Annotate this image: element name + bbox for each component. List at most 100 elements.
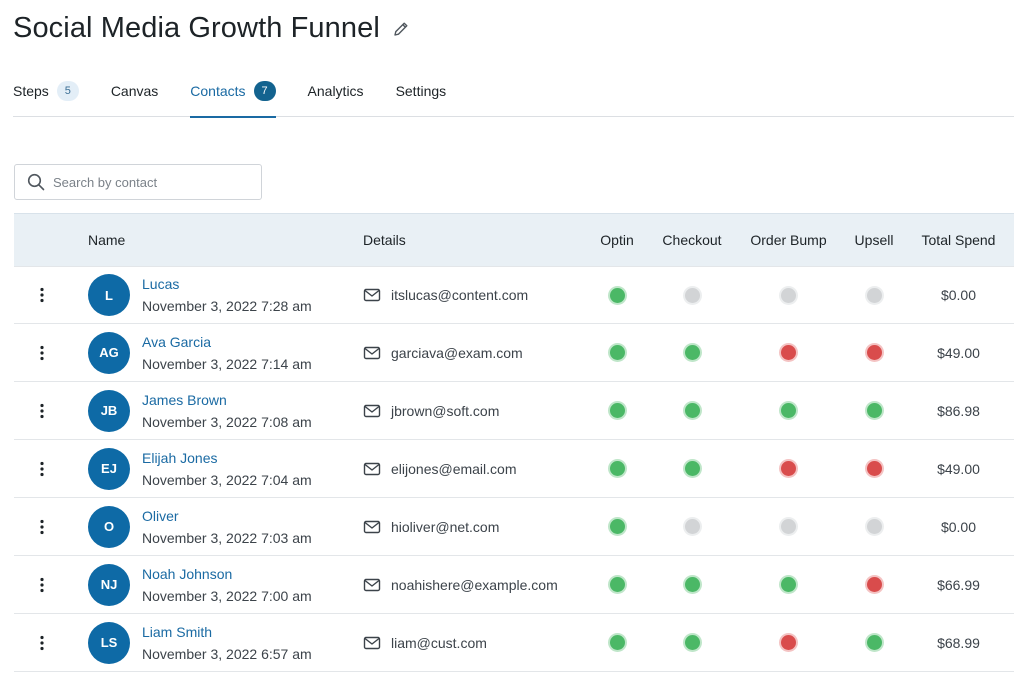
contact-info: Noah Johnson November 3, 2022 7:00 am xyxy=(142,565,312,605)
contact-cell: LS Liam Smith November 3, 2022 6:57 am xyxy=(88,621,363,664)
contact-name-link[interactable]: Liam Smith xyxy=(142,623,312,641)
avatar: LS xyxy=(88,621,130,664)
table-row: O Oliver November 3, 2022 7:03 am hioliv… xyxy=(14,498,1014,556)
contact-name-link[interactable]: Elijah Jones xyxy=(142,449,312,467)
checkout-status-dot xyxy=(684,403,700,418)
contact-name-link[interactable]: Oliver xyxy=(142,507,312,525)
contact-date: November 3, 2022 7:28 am xyxy=(142,298,312,314)
tab-analytics[interactable]: Analytics xyxy=(308,76,364,117)
upsell-status-cell xyxy=(845,635,903,650)
pencil-icon[interactable] xyxy=(392,20,410,38)
kebab-menu-icon[interactable] xyxy=(32,399,52,423)
table-row: LS Liam Smith November 3, 2022 6:57 am l… xyxy=(14,614,1014,672)
checkout-status-cell xyxy=(652,461,732,476)
contact-date: November 3, 2022 7:14 am xyxy=(142,355,312,372)
search-input[interactable] xyxy=(53,174,243,190)
total-spend-cell: $86.98 xyxy=(903,403,1014,419)
funnel-page: Social Media Growth Funnel Steps 5 Canva… xyxy=(0,0,1024,678)
checkout-status-dot xyxy=(684,519,700,534)
optin-status-cell xyxy=(582,461,652,476)
total-spend-value: $66.99 xyxy=(937,576,980,593)
contact-email: jbrown@soft.com xyxy=(391,402,500,419)
contact-name-link[interactable]: Ava Garcia xyxy=(142,333,312,351)
order-bump-status-dot xyxy=(781,519,796,534)
total-spend-cell: $66.99 xyxy=(903,577,1014,593)
checkout-status-dot xyxy=(684,577,700,592)
upsell-status-dot xyxy=(866,577,882,592)
total-spend-cell: $0.00 xyxy=(903,519,1014,535)
tab-label: Canvas xyxy=(110,82,159,99)
checkout-status-dot xyxy=(684,287,700,303)
tab-label: Analytics xyxy=(307,82,364,99)
total-spend-value: $68.99 xyxy=(937,634,980,651)
kebab-menu-icon[interactable] xyxy=(32,573,52,597)
table-row: L Lucas November 3, 2022 7:28 am itsluca… xyxy=(14,266,1014,324)
details-cell: hioliver@net.com xyxy=(363,519,582,535)
upsell-status-dot xyxy=(866,403,882,418)
contacts-table: Name Details Optin Checkout Order Bump U… xyxy=(14,213,1014,672)
avatar: O xyxy=(88,505,130,548)
contact-name-link[interactable]: Noah Johnson xyxy=(142,565,312,583)
upsell-status-cell xyxy=(845,519,903,534)
steps-count-badge: 5 xyxy=(56,80,79,101)
kebab-menu-icon[interactable] xyxy=(32,631,52,655)
funnel-tabs: Steps 5 Canvas Contacts 7 Analytics Sett… xyxy=(13,76,1014,118)
upsell-status-dot xyxy=(866,519,882,534)
contact-email: liam@cust.com xyxy=(391,634,487,651)
row-menu-cell xyxy=(14,631,88,655)
kebab-menu-icon[interactable] xyxy=(32,341,52,365)
table-row: NJ Noah Johnson November 3, 2022 7:00 am… xyxy=(14,556,1014,614)
total-spend-value: $86.98 xyxy=(937,402,980,419)
contact-name-link[interactable]: Lucas xyxy=(142,275,312,293)
optin-status-cell xyxy=(582,635,652,650)
checkout-status-cell xyxy=(652,287,732,303)
upsell-status-cell xyxy=(845,287,903,303)
details-cell: jbrown@soft.com xyxy=(363,403,582,419)
order-bump-status-cell xyxy=(732,461,845,476)
page-title: Social Media Growth Funnel xyxy=(13,12,380,44)
column-header-checkout: Checkout xyxy=(662,232,722,248)
tab-settings[interactable]: Settings xyxy=(396,76,447,117)
row-menu-cell xyxy=(14,515,88,539)
optin-status-dot xyxy=(609,403,625,418)
contact-email: elijones@email.com xyxy=(391,460,517,477)
tab-canvas[interactable]: Canvas xyxy=(111,76,158,117)
contact-info: Oliver November 3, 2022 7:03 am xyxy=(142,507,312,547)
optin-status-dot xyxy=(609,461,625,476)
contact-cell: NJ Noah Johnson November 3, 2022 7:00 am xyxy=(88,563,363,606)
order-bump-status-dot xyxy=(781,461,796,476)
order-bump-status-dot xyxy=(781,577,796,592)
total-spend-cell: $68.99 xyxy=(903,635,1014,651)
order-bump-status-dot xyxy=(781,287,796,303)
total-spend-value: $0.00 xyxy=(940,518,977,535)
tab-contacts[interactable]: Contacts 7 xyxy=(190,76,276,118)
contacts-count-badge: 7 xyxy=(253,80,276,101)
total-spend-cell: $0.00 xyxy=(903,287,1014,303)
contact-name-link[interactable]: James Brown xyxy=(142,391,312,409)
upsell-status-cell xyxy=(845,461,903,476)
envelope-icon xyxy=(363,346,381,360)
checkout-status-dot xyxy=(684,461,700,476)
contact-cell: JB James Brown November 3, 2022 7:08 am xyxy=(88,389,363,432)
tab-steps[interactable]: Steps 5 xyxy=(13,76,79,117)
total-spend-value: $49.00 xyxy=(937,460,980,477)
contact-info: James Brown November 3, 2022 7:08 am xyxy=(142,391,312,431)
row-menu-cell xyxy=(14,457,88,481)
column-header-details: Details xyxy=(363,232,406,248)
optin-status-cell xyxy=(582,577,652,592)
order-bump-status-dot xyxy=(781,403,796,418)
kebab-menu-icon[interactable] xyxy=(32,457,52,481)
envelope-icon xyxy=(363,404,381,418)
contact-date: November 3, 2022 7:04 am xyxy=(142,471,312,488)
kebab-menu-icon[interactable] xyxy=(32,283,52,307)
contact-date: November 3, 2022 7:08 am xyxy=(142,413,312,430)
tab-label: Settings xyxy=(395,82,447,99)
column-header-upsell: Upsell xyxy=(854,232,894,248)
search-box[interactable] xyxy=(14,164,262,200)
contact-info: Ava Garcia November 3, 2022 7:14 am xyxy=(142,333,312,373)
kebab-menu-icon[interactable] xyxy=(32,515,52,539)
avatar: AG xyxy=(88,331,130,374)
avatar: L xyxy=(88,274,130,316)
order-bump-status-dot xyxy=(781,345,796,360)
details-cell: noahishere@example.com xyxy=(363,577,582,593)
